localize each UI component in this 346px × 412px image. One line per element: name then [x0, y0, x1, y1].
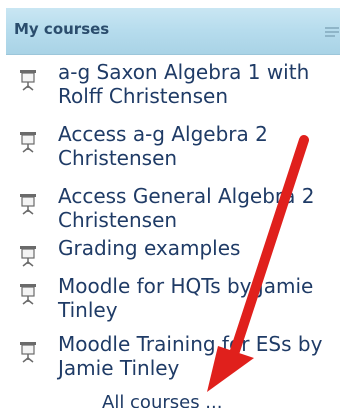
- my-courses-block: My courses a-g Saxon Algebra 1 with Rolf…: [6, 8, 340, 408]
- course-link[interactable]: a-g Saxon Algebra 1 with Rolff Christens…: [58, 60, 340, 108]
- course-icon: [18, 339, 38, 363]
- all-courses-link[interactable]: All courses ...: [102, 392, 222, 408]
- collapse-block-icon[interactable]: [324, 23, 340, 37]
- course-icon: [18, 129, 38, 153]
- course-link[interactable]: Access a-g Algebra 2 Christensen: [58, 122, 340, 170]
- course-icon: [18, 281, 38, 305]
- course-link[interactable]: Access General Algebra 2 Christensen: [58, 184, 340, 232]
- course-icon: [18, 191, 38, 215]
- block-title: My courses: [14, 20, 110, 38]
- course-link[interactable]: Moodle for HQTs by Jamie Tinley: [58, 274, 340, 322]
- course-link[interactable]: Moodle Training for ESs by Jamie Tinley: [58, 332, 340, 380]
- course-icon: [18, 243, 38, 267]
- course-link[interactable]: Grading examples: [58, 236, 340, 260]
- block-header: My courses: [6, 8, 340, 55]
- course-icon: [18, 67, 38, 91]
